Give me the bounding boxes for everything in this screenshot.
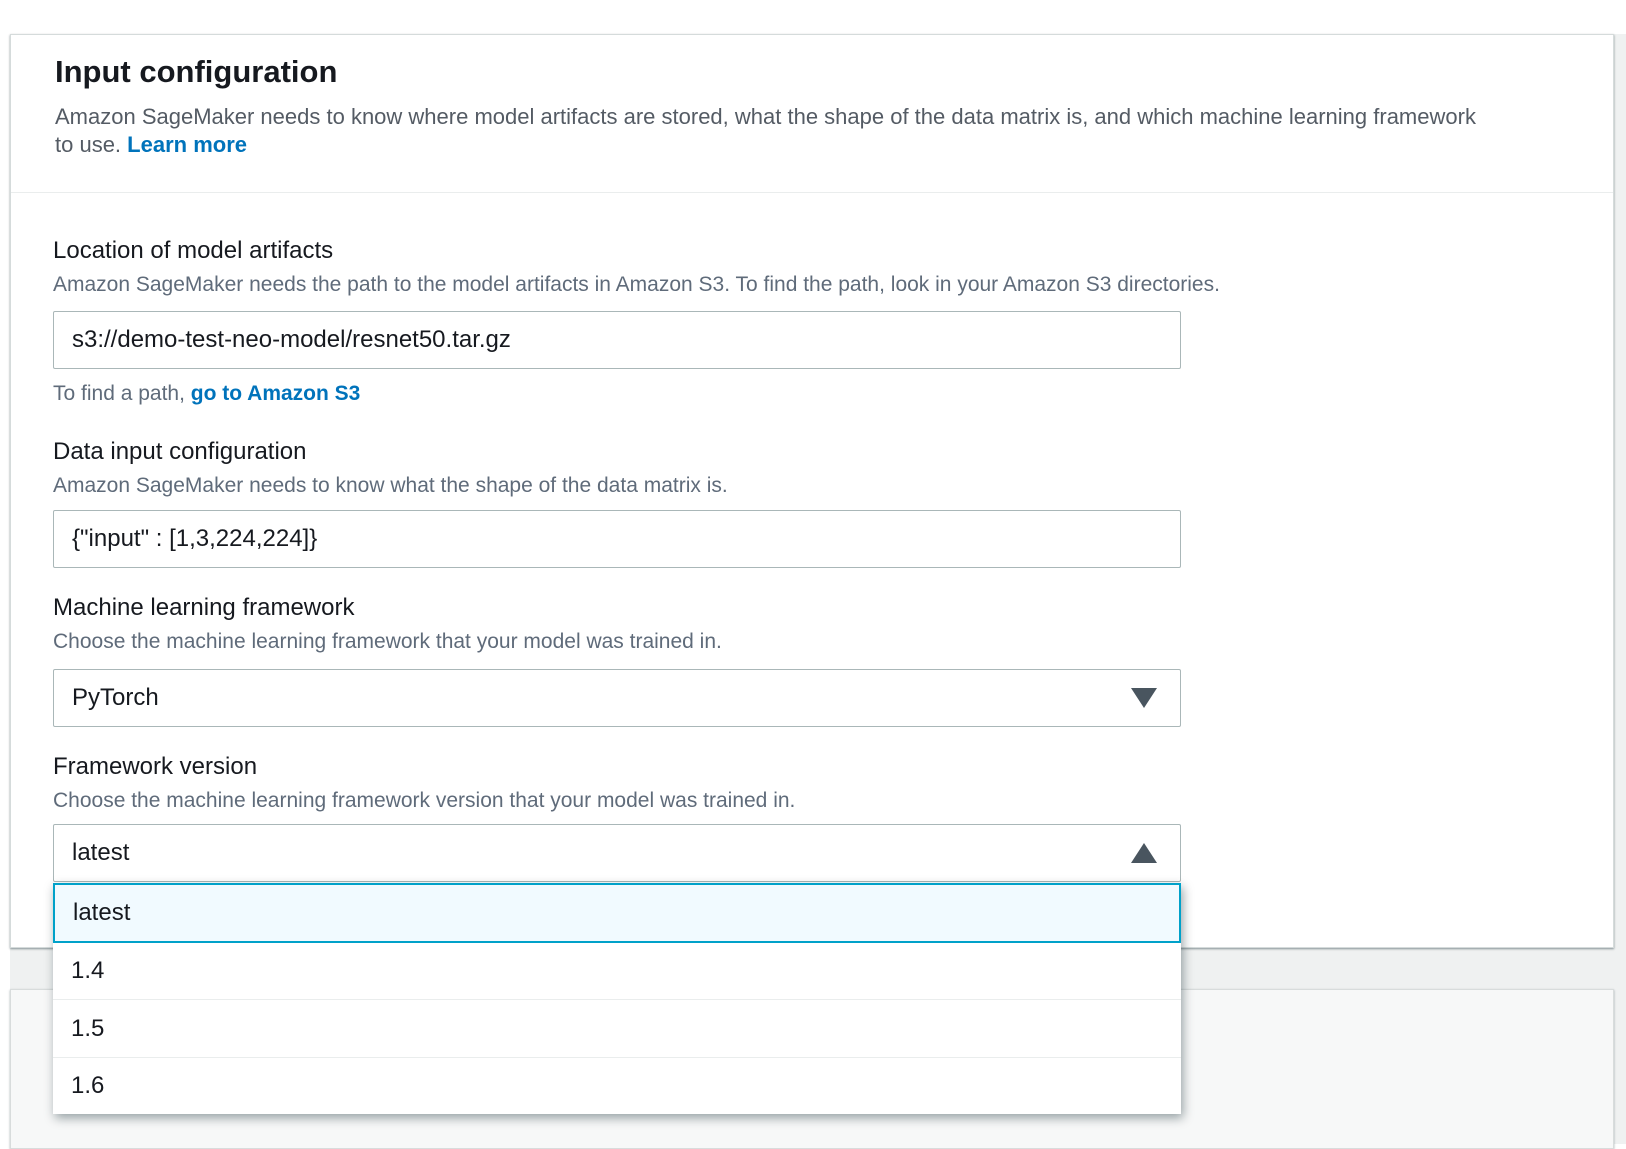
card-description: Amazon SageMaker needs to know where mod… — [55, 103, 1485, 192]
dropdown-option-1-4[interactable]: 1.4 — [53, 943, 1181, 999]
caret-down-icon — [1131, 688, 1157, 708]
framework-label: Machine learning framework — [53, 595, 1571, 621]
field-location-of-model-artifacts: Location of model artifacts Amazon SageM… — [53, 238, 1571, 405]
helper-prefix: To find a path, — [53, 382, 185, 405]
version-select[interactable]: latest — [53, 824, 1181, 882]
version-label: Framework version — [53, 754, 1571, 780]
version-select-value: latest — [72, 839, 129, 867]
go-to-s3-link[interactable]: go to Amazon S3 — [191, 382, 361, 405]
location-helper: To find a path, go to Amazon S3 — [53, 383, 1571, 405]
card-body: Location of model artifacts Amazon SageM… — [11, 238, 1613, 882]
input-configuration-card: Input configuration Amazon SageMaker nee… — [10, 34, 1614, 948]
version-description: Choose the machine learning framework ve… — [53, 790, 1571, 812]
data-input-description: Amazon SageMaker needs to know what the … — [53, 475, 1571, 497]
field-data-input-configuration: Data input configuration Amazon SageMake… — [53, 439, 1571, 568]
dropdown-option-1-5[interactable]: 1.5 — [53, 999, 1181, 1057]
data-input-label: Data input configuration — [53, 439, 1571, 465]
framework-select-value: PyTorch — [72, 684, 159, 712]
location-description: Amazon SageMaker needs the path to the m… — [53, 274, 1571, 296]
framework-description: Choose the machine learning framework th… — [53, 631, 1571, 653]
field-framework-version: Framework version Choose the machine lea… — [53, 754, 1571, 882]
dropdown-option-latest[interactable]: latest — [53, 883, 1181, 943]
field-machine-learning-framework: Machine learning framework Choose the ma… — [53, 595, 1571, 727]
data-input-config-input[interactable] — [53, 510, 1181, 568]
location-label: Location of model artifacts — [53, 238, 1571, 264]
dropdown-option-1-6[interactable]: 1.6 — [53, 1057, 1181, 1114]
version-dropdown-list: latest 1.4 1.5 1.6 — [53, 883, 1181, 1114]
framework-select[interactable]: PyTorch — [53, 669, 1181, 727]
page-title: Input configuration — [55, 54, 1569, 90]
card-description-text: Amazon SageMaker needs to know where mod… — [55, 104, 1476, 157]
s3-location-input[interactable] — [53, 311, 1181, 369]
card-header: Input configuration Amazon SageMaker nee… — [11, 35, 1613, 193]
caret-up-icon — [1131, 843, 1157, 863]
learn-more-link[interactable]: Learn more — [127, 132, 247, 157]
